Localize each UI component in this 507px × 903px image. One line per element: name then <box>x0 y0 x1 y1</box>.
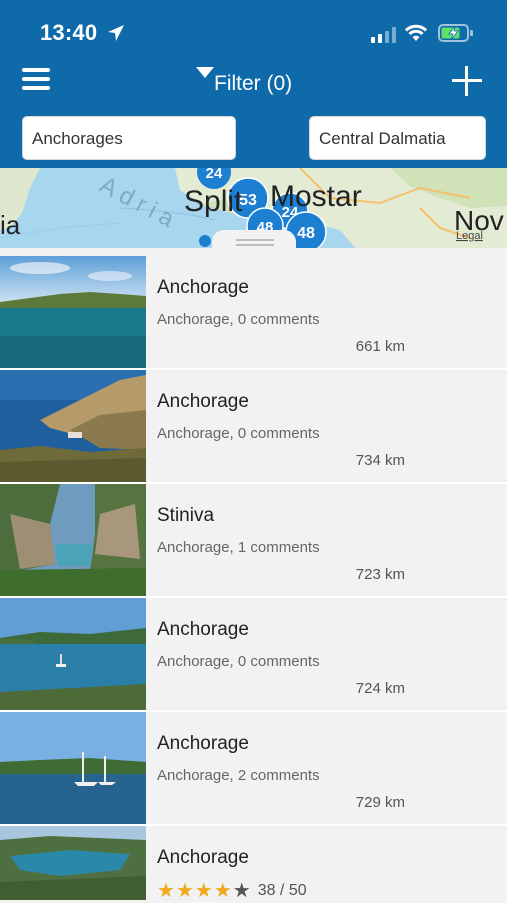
item-distance: 724 km <box>355 680 405 697</box>
item-title: Anchorage <box>157 619 249 640</box>
item-subtitle: Anchorage, 1 comments <box>157 539 320 556</box>
item-subtitle: Anchorage, 0 comments <box>157 653 320 670</box>
location-arrow-icon <box>108 25 124 41</box>
cluster-count-1: 24 <box>206 168 223 182</box>
list-item[interactable]: Anchorage ★ ★ ★ ★ ★ 38 / 50 <box>0 826 507 903</box>
menu-icon[interactable] <box>22 68 50 94</box>
item-title: Anchorage <box>157 277 249 298</box>
results-list[interactable]: Anchorage Anchorage, 0 comments 661 km A… <box>0 256 507 903</box>
item-distance: 729 km <box>355 794 405 811</box>
add-icon[interactable] <box>452 66 482 96</box>
drag-handle-icon <box>236 239 274 249</box>
rating-text: 38 / 50 <box>257 881 307 899</box>
item-title: Anchorage <box>157 733 249 754</box>
star-filled-icon: ★ <box>194 880 213 902</box>
list-item[interactable]: Anchorage Anchorage, 2 comments 729 km <box>0 712 507 826</box>
item-title: Anchorage <box>157 391 249 412</box>
list-item[interactable]: Anchorage Anchorage, 0 comments 724 km <box>0 598 507 712</box>
star-empty-icon: ★ <box>232 880 251 902</box>
battery-charging-icon <box>438 24 473 42</box>
list-item[interactable]: Stiniva Anchorage, 1 comments 723 km <box>0 484 507 598</box>
cellular-signal-icon <box>371 27 396 43</box>
thumbnail-image <box>0 826 146 900</box>
item-rating: ★ ★ ★ ★ ★ 38 / 50 <box>157 878 307 903</box>
star-filled-icon: ★ <box>157 880 175 902</box>
item-distance: 734 km <box>355 452 405 469</box>
item-distance: 723 km <box>355 566 405 583</box>
star-filled-icon: ★ <box>213 880 232 902</box>
thumbnail-image <box>0 484 146 596</box>
list-item[interactable]: Anchorage Anchorage, 0 comments 661 km <box>0 256 507 370</box>
region-select[interactable]: Central Dalmatia <box>309 116 486 160</box>
status-time: 13:40 <box>40 20 98 45</box>
star-filled-icon: ★ <box>175 880 194 902</box>
thumbnail-image <box>0 370 146 482</box>
thumbnail-image <box>0 598 146 710</box>
item-subtitle: Anchorage, 2 comments <box>157 767 320 784</box>
map-label-split: Split <box>184 185 243 218</box>
cluster-count-5: 48 <box>297 225 315 242</box>
map-label-mostar: Mostar <box>270 180 362 213</box>
filter-button[interactable]: Filter (0) <box>196 66 292 98</box>
filter-caret-icon <box>196 67 214 78</box>
item-title: Anchorage <box>157 847 249 868</box>
item-subtitle: Anchorage, 0 comments <box>157 425 320 442</box>
item-title: Stiniva <box>157 505 215 526</box>
navigation-row: Filter (0) <box>0 56 507 110</box>
item-subtitle: Anchorage, 0 comments <box>157 311 320 328</box>
list-item[interactable]: Anchorage Anchorage, 0 comments 734 km <box>0 370 507 484</box>
map-label-left: ia <box>0 210 21 240</box>
item-distance: 661 km <box>355 338 405 355</box>
map-legal-link: Legal <box>456 230 483 242</box>
type-select[interactable]: Anchorages <box>22 116 236 160</box>
thumbnail-image <box>0 712 146 824</box>
thumbnail-image <box>0 256 146 368</box>
filter-label: Filter (0) <box>214 72 293 95</box>
wifi-icon <box>404 24 428 41</box>
